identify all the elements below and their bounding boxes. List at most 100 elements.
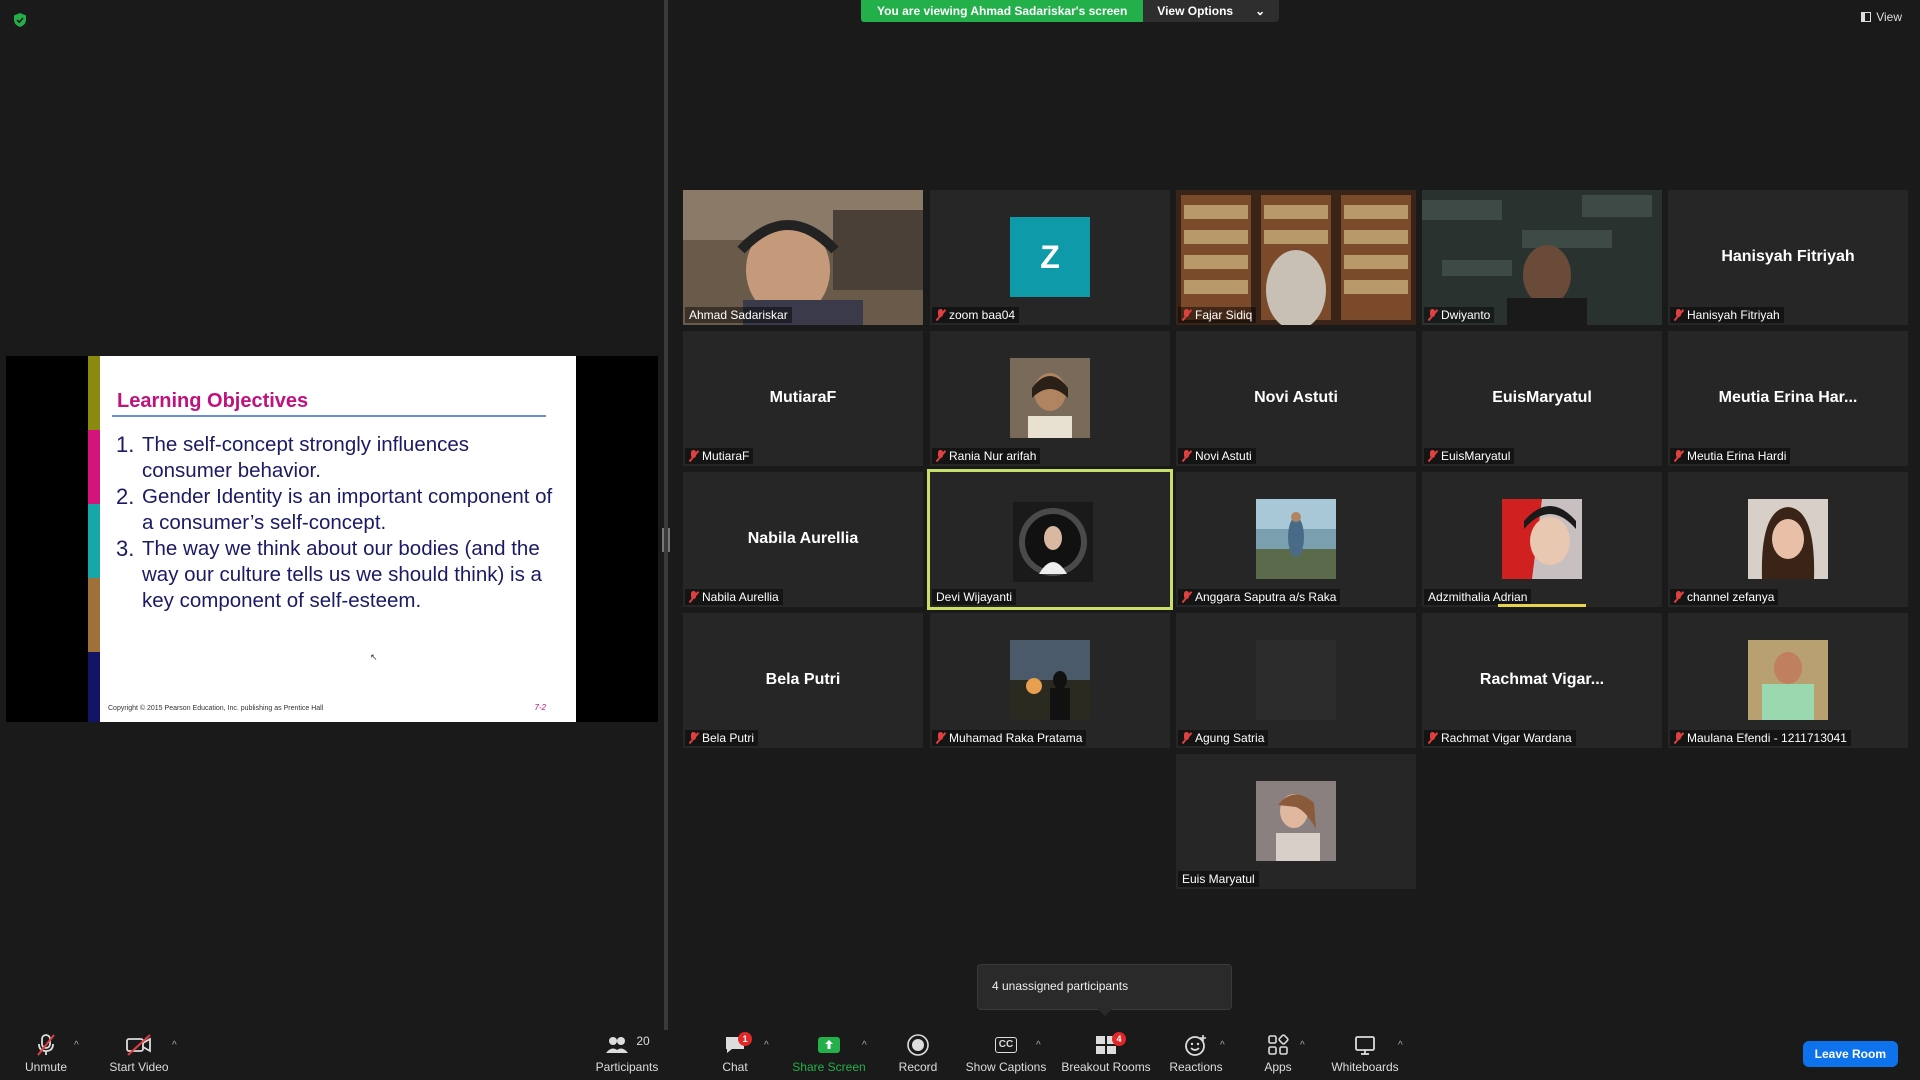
whiteboards-button[interactable]: Whiteboards: [1328, 1030, 1402, 1080]
leave-room-button[interactable]: Leave Room: [1802, 1041, 1898, 1067]
mic-muted-icon: [1182, 591, 1191, 603]
participant-name-label: Adzmithalia Adrian: [1424, 589, 1532, 605]
view-button[interactable]: View: [1861, 10, 1902, 24]
show-captions-label: Show Captions: [965, 1060, 1047, 1074]
captions-options-caret-icon[interactable]: ^: [1036, 1040, 1041, 1051]
video-off-icon: [104, 1030, 174, 1060]
meeting-toolbar: Unmute ^ Start Video ^ 20 Participants 1…: [0, 1030, 1920, 1080]
participant-tile[interactable]: Anggara Saputra a/s Raka: [1176, 472, 1416, 607]
divider-drag-handle[interactable]: [662, 528, 670, 552]
whiteboard-icon: [1328, 1030, 1402, 1060]
participant-name: Bela Putri: [702, 731, 755, 745]
participant-name-label: Agung Satria: [1178, 730, 1269, 746]
participant-video: [1176, 190, 1416, 325]
view-options-button[interactable]: View Options ⌄: [1143, 0, 1280, 22]
share-screen-icon: [790, 1030, 868, 1060]
participant-tile[interactable]: Rachmat Vigar... Rachmat Vigar Wardana: [1422, 613, 1662, 748]
reactions-button[interactable]: Reactions: [1168, 1030, 1224, 1080]
video-options-caret-icon[interactable]: ^: [172, 1040, 177, 1051]
participant-photo: [1748, 499, 1828, 579]
slide-item-number: 1.: [116, 432, 135, 457]
breakout-rooms-button[interactable]: 4 Breakout Rooms: [1060, 1030, 1152, 1080]
participant-tile[interactable]: channel zefanya: [1668, 472, 1908, 607]
participant-name-label: zoom baa04: [932, 307, 1020, 323]
participant-photo: [1256, 781, 1336, 861]
participant-display-name: Nabila Aurellia: [747, 530, 859, 547]
chat-label: Chat: [722, 1060, 748, 1074]
participant-tile[interactable]: Muhamad Raka Pratama: [930, 613, 1170, 748]
share-screen-button[interactable]: Share Screen: [790, 1030, 868, 1080]
split-divider[interactable]: [664, 0, 668, 1030]
whiteboards-label: Whiteboards: [1331, 1060, 1399, 1074]
participant-name-label: Muhamad Raka Pratama: [932, 730, 1087, 746]
apps-button[interactable]: Apps: [1258, 1030, 1298, 1080]
record-button[interactable]: Record: [896, 1030, 940, 1080]
chat-options-caret-icon[interactable]: ^: [764, 1040, 769, 1051]
participant-photo: [1010, 640, 1090, 720]
participant-tile[interactable]: Z zoom baa04: [930, 190, 1170, 325]
participant-tile[interactable]: MutiaraF MutiaraF: [683, 331, 923, 466]
participant-name: Adzmithalia Adrian: [1428, 590, 1528, 604]
participant-name-label: Nabila Aurellia: [685, 589, 783, 605]
participant-name-label: Ahmad Sadariskar: [685, 307, 792, 323]
slide-copyright: Copyright © 2015 Pearson Education, Inc.…: [108, 705, 324, 712]
start-video-label: Start Video: [109, 1060, 169, 1074]
mic-muted-icon: [689, 450, 698, 462]
participant-tile[interactable]: Bela Putri Bela Putri: [683, 613, 923, 748]
show-captions-button[interactable]: CC Show Captions: [964, 1030, 1048, 1080]
participant-video: [683, 190, 923, 325]
chat-button[interactable]: 1 Chat: [712, 1030, 758, 1080]
participant-tile[interactable]: Novi Astuti Novi Astuti: [1176, 331, 1416, 466]
participant-display-name: Meutia Erina Har...: [1718, 389, 1858, 406]
mic-muted-icon: [18, 1030, 74, 1060]
participant-tile[interactable]: Hanisyah Fitriyah Hanisyah Fitriyah: [1668, 190, 1908, 325]
participant-name-label: Maulana Efendi - 1211713041: [1670, 730, 1851, 746]
mic-muted-icon: [1428, 450, 1437, 462]
participant-tile[interactable]: Dwiyanto: [1422, 190, 1662, 325]
participant-tile[interactable]: Euis Maryatul: [1176, 754, 1416, 889]
participant-name: Fajar Sidiq: [1195, 308, 1253, 322]
slide-list-item: 3. The way we think about our bodies (an…: [116, 536, 556, 614]
participant-tile[interactable]: Ahmad Sadariskar: [683, 190, 923, 325]
participant-tile-active[interactable]: Devi Wijayanti: [927, 469, 1173, 610]
slide-item-text: Gender Identity is an important componen…: [142, 485, 553, 534]
participant-name-label: Fajar Sidiq: [1178, 307, 1257, 323]
participant-name-label: MutiaraF: [685, 448, 754, 464]
participant-tile[interactable]: EuisMaryatul EuisMaryatul: [1422, 331, 1662, 466]
participant-name: Dwiyanto: [1441, 308, 1491, 322]
reactions-smiley-icon: [1168, 1030, 1224, 1060]
start-video-button[interactable]: Start Video: [104, 1030, 174, 1080]
slide-color-bar: [88, 652, 100, 722]
participant-name: Euis Maryatul: [1182, 872, 1255, 886]
participant-tile[interactable]: Adzmithalia Adrian: [1422, 472, 1662, 607]
participant-tile[interactable]: Nabila Aurellia Nabila Aurellia: [683, 472, 923, 607]
participant-tile[interactable]: Maulana Efendi - 1211713041: [1668, 613, 1908, 748]
participant-tile[interactable]: Rania Nur arifah: [930, 331, 1170, 466]
whiteboards-options-caret-icon[interactable]: ^: [1398, 1040, 1403, 1051]
reactions-options-caret-icon[interactable]: ^: [1220, 1040, 1225, 1051]
participants-button[interactable]: 20 Participants: [592, 1030, 662, 1080]
participant-name: Rania Nur arifah: [949, 449, 1037, 463]
slide-item-text: The way we think about our bodies (and t…: [142, 537, 542, 612]
mic-muted-icon: [936, 309, 945, 321]
participant-tile[interactable]: Meutia Erina Har... Meutia Erina Hardi: [1668, 331, 1908, 466]
view-label: View: [1876, 10, 1902, 24]
chat-icon: [712, 1030, 758, 1060]
apps-options-caret-icon[interactable]: ^: [1300, 1040, 1305, 1051]
participant-name: Meutia Erina Hardi: [1687, 449, 1787, 463]
participant-display-name: Bela Putri: [765, 671, 841, 688]
unmute-button[interactable]: Unmute: [18, 1030, 74, 1080]
participant-tile[interactable]: Fajar Sidiq: [1176, 190, 1416, 325]
mic-muted-icon: [689, 591, 698, 603]
participant-name-label: Hanisyah Fitriyah: [1670, 307, 1784, 323]
slide-item-number: 3.: [116, 536, 135, 561]
unassigned-participants-tooltip: 4 unassigned participants: [977, 964, 1232, 1016]
participant-tile[interactable]: Agung Satria: [1176, 613, 1416, 748]
participants-label: Participants: [595, 1060, 659, 1074]
security-shield-icon[interactable]: [12, 12, 28, 28]
chat-unread-badge: 1: [738, 1032, 752, 1046]
share-options-caret-icon[interactable]: ^: [862, 1040, 867, 1051]
participant-video: [1422, 190, 1662, 325]
participant-display-name: MutiaraF: [769, 389, 837, 406]
audio-options-caret-icon[interactable]: ^: [74, 1040, 79, 1051]
